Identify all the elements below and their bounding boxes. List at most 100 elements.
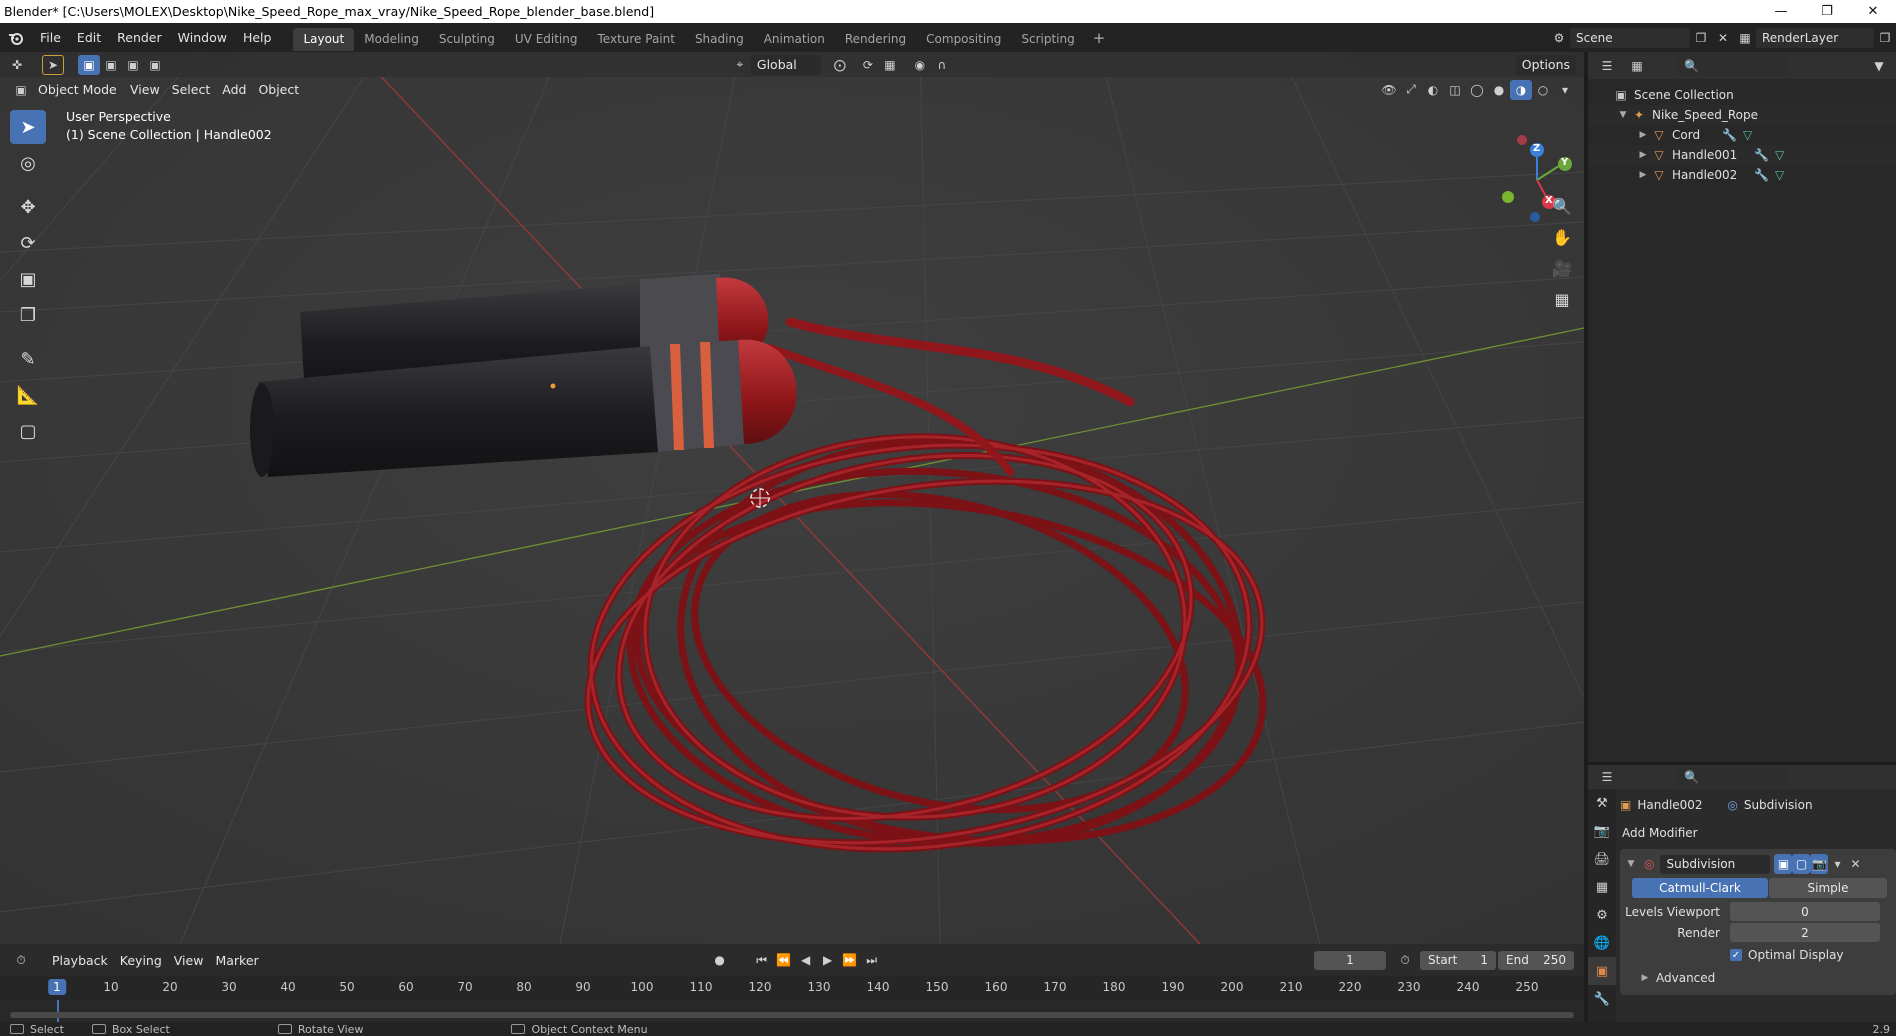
- object-mode-dropdown[interactable]: Object Mode: [32, 80, 124, 100]
- modifier-options-icon[interactable]: ▾: [1828, 854, 1846, 874]
- tab-texture-paint[interactable]: Texture Paint: [588, 28, 685, 51]
- gizmo-toggle-icon[interactable]: ⤢: [1400, 80, 1422, 100]
- render-layer-selector[interactable]: RenderLayer: [1756, 27, 1874, 48]
- scene-tab-icon[interactable]: ⚙: [1588, 901, 1616, 929]
- transform-tool-icon[interactable]: ❐: [10, 298, 46, 332]
- close-window-button[interactable]: ✕: [1850, 0, 1896, 23]
- shading-wireframe-icon[interactable]: ◯: [1466, 80, 1488, 100]
- menu-help[interactable]: Help: [235, 23, 280, 52]
- expand-icon[interactable]: ▶: [1636, 130, 1650, 140]
- add-modifier-dropdown[interactable]: Add Modifier: [1620, 826, 1698, 840]
- advanced-subpanel[interactable]: Advanced: [1656, 971, 1715, 985]
- render-toggle-icon[interactable]: 📷: [1810, 854, 1829, 874]
- pivot-point-icon[interactable]: ⨀: [829, 55, 851, 75]
- 3d-viewport[interactable]: Z Y X ✜ ➤ ▣ ▣ ▣ ▣ ⌖ Global ⨀ ⟳ ▦ ◉ ∩ Opt…: [0, 52, 1584, 944]
- modifier-remove-icon[interactable]: ✕: [1846, 854, 1864, 874]
- tool-tab-icon[interactable]: ⚒: [1588, 789, 1616, 817]
- jump-end-icon[interactable]: ⏭: [861, 950, 883, 970]
- expand-icon[interactable]: ▶: [1636, 170, 1650, 180]
- menu-file[interactable]: File: [32, 23, 69, 52]
- timeline-editor-icon[interactable]: ⏱: [10, 950, 32, 970]
- modifier-wrench-icon[interactable]: 🔧: [1722, 128, 1737, 142]
- object-menu[interactable]: Object: [252, 80, 305, 100]
- cursor-tool-icon[interactable]: ◎: [10, 146, 46, 180]
- add-cube-tool-icon[interactable]: ▢: [10, 414, 46, 448]
- menu-render[interactable]: Render: [109, 23, 170, 52]
- menu-window[interactable]: Window: [170, 23, 235, 52]
- play-icon[interactable]: ▶: [817, 950, 839, 970]
- mesh-data-icon[interactable]: ▽: [1775, 148, 1784, 162]
- playhead-frame[interactable]: 1: [48, 979, 66, 995]
- tab-layout[interactable]: Layout: [293, 27, 355, 51]
- tab-scripting[interactable]: Scripting: [1011, 28, 1084, 51]
- move-tool-icon[interactable]: ✥: [10, 190, 46, 224]
- output-tab-icon[interactable]: 🖨: [1588, 845, 1616, 873]
- catmull-clark-button[interactable]: Catmull-Clark: [1632, 878, 1768, 898]
- scene-copy-icon[interactable]: ❐: [1690, 28, 1712, 48]
- select-box-tool-icon[interactable]: ➤: [10, 110, 46, 144]
- view-layer-copy-icon[interactable]: ❐: [1874, 28, 1896, 48]
- zoom-icon[interactable]: 🔍: [1548, 192, 1576, 220]
- add-menu[interactable]: Add: [216, 80, 252, 100]
- start-frame-field[interactable]: Start 1: [1420, 950, 1496, 970]
- panel-collapse-icon[interactable]: ▼: [1624, 859, 1638, 869]
- gizmo-y-label[interactable]: Y: [1561, 157, 1568, 168]
- select-mode-new-icon[interactable]: ▣: [78, 54, 100, 75]
- transform-orientation-dropdown[interactable]: Global: [750, 54, 821, 75]
- restore-button[interactable]: ❐: [1804, 0, 1850, 23]
- view-layer-tab-icon[interactable]: ▦: [1588, 873, 1616, 901]
- mesh-data-icon[interactable]: ▽: [1775, 168, 1784, 182]
- view-menu[interactable]: View: [124, 80, 166, 100]
- select-mode-extend-icon[interactable]: ▣: [100, 55, 122, 75]
- modifier-name-field[interactable]: Subdivision: [1660, 854, 1771, 874]
- outliner-item-handle001[interactable]: ▶ ▽ Handle001 🔧 ▽: [1588, 145, 1896, 165]
- outliner-item-handle002[interactable]: ▶ ▽ Handle002 🔧 ▽: [1588, 165, 1896, 185]
- tab-shading[interactable]: Shading: [685, 28, 754, 51]
- properties-search-input[interactable]: 🔍: [1678, 767, 1788, 787]
- ortho-grid-icon[interactable]: ▦: [1548, 285, 1576, 313]
- collapse-icon[interactable]: ▼: [1616, 110, 1630, 120]
- select-menu[interactable]: Select: [166, 80, 217, 100]
- marker-menu[interactable]: Marker: [209, 950, 264, 970]
- stopwatch-icon[interactable]: ⏱: [1394, 950, 1416, 970]
- viewport-toggle-icon[interactable]: ▢: [1792, 854, 1811, 874]
- outliner-item-cord[interactable]: ▶ ▽ Cord 🔧 ▽: [1588, 125, 1896, 145]
- pan-hand-icon[interactable]: ✋: [1548, 223, 1576, 251]
- timeline-track-area[interactable]: [0, 1000, 1584, 1022]
- outliner-collection-row[interactable]: ▼ ✦ Nike_Speed_Rope: [1588, 105, 1896, 125]
- simple-button[interactable]: Simple: [1769, 878, 1887, 898]
- record-icon[interactable]: ●: [709, 950, 731, 970]
- shading-rendered-icon[interactable]: ○: [1532, 80, 1554, 100]
- editmode-toggle-icon[interactable]: ▣: [1774, 854, 1793, 874]
- xray-icon[interactable]: ◫: [1444, 80, 1466, 100]
- tab-animation[interactable]: Animation: [754, 28, 835, 51]
- modifier-tab-icon[interactable]: 🔧: [1588, 985, 1616, 1013]
- jump-keyframe-forward-icon[interactable]: ⏩: [839, 950, 861, 970]
- modifier-wrench-icon[interactable]: 🔧: [1754, 148, 1769, 162]
- add-workspace-icon[interactable]: +: [1085, 29, 1114, 47]
- select-tool-icon[interactable]: ➤: [42, 54, 64, 75]
- tab-modeling[interactable]: Modeling: [354, 28, 429, 51]
- snap-icon[interactable]: ⟳: [857, 55, 879, 75]
- render-tab-icon[interactable]: 📷: [1588, 817, 1616, 845]
- rotate-tool-icon[interactable]: ⟳: [10, 226, 46, 260]
- modifier-wrench-icon[interactable]: 🔧: [1754, 168, 1769, 182]
- jump-keyframe-back-icon[interactable]: ⏪: [773, 950, 795, 970]
- keying-menu[interactable]: Keying: [114, 950, 168, 970]
- end-frame-field[interactable]: End 250: [1498, 950, 1574, 970]
- outliner-scene-collection[interactable]: ▣ Scene Collection: [1588, 85, 1896, 105]
- camera-view-icon[interactable]: 🎥: [1548, 254, 1576, 282]
- scene-close-icon[interactable]: ✕: [1712, 28, 1734, 48]
- minimize-button[interactable]: —: [1758, 0, 1804, 23]
- proportional-edit-icon[interactable]: ◉: [909, 55, 931, 75]
- editor-type-icon[interactable]: ✜: [6, 55, 28, 75]
- timeline-scrollbar[interactable]: [10, 1012, 1574, 1018]
- tab-rendering[interactable]: Rendering: [835, 28, 916, 51]
- optimal-display-checkbox[interactable]: ✓: [1730, 949, 1742, 961]
- timeline-view-menu[interactable]: View: [168, 950, 210, 970]
- scene-selector[interactable]: Scene: [1570, 27, 1690, 48]
- blender-logo-icon[interactable]: [0, 23, 32, 52]
- object-tab-icon[interactable]: ▣: [1588, 957, 1616, 985]
- expand-icon[interactable]: ▶: [1636, 150, 1650, 160]
- scene-icon[interactable]: ⚙: [1548, 28, 1570, 48]
